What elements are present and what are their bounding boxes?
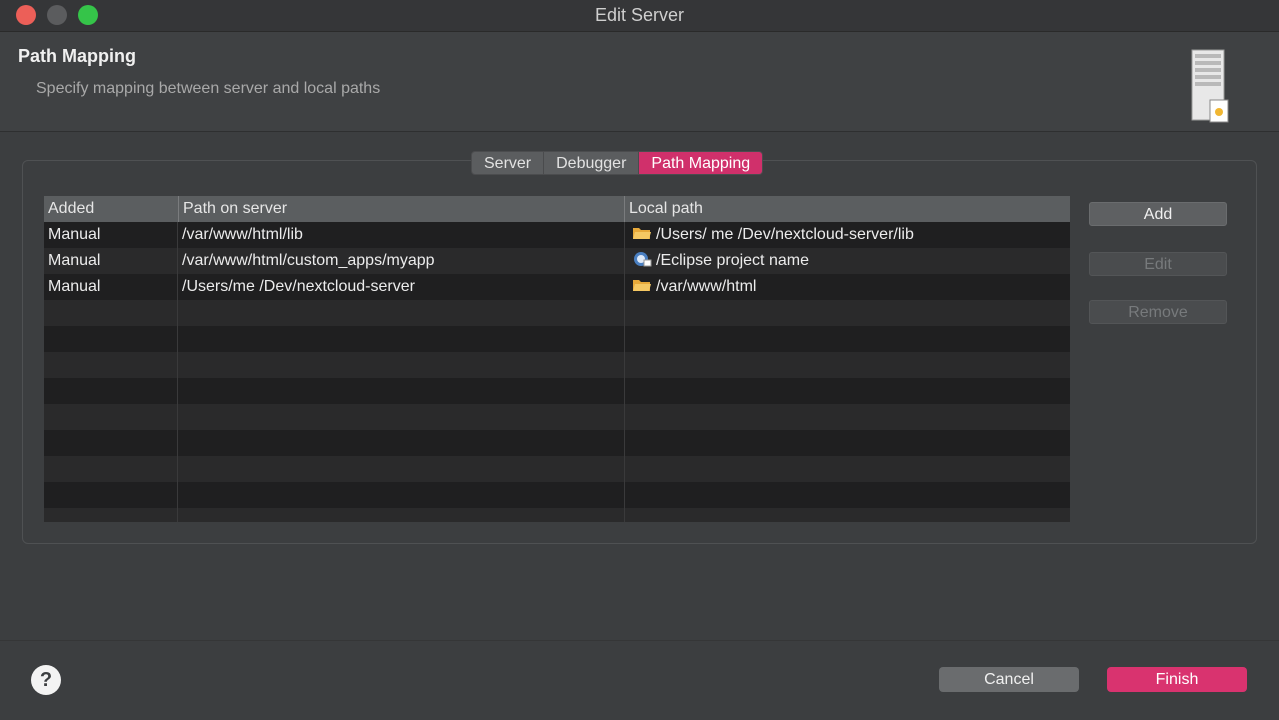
local-path-text: /var/www/html [656, 278, 757, 295]
finish-button[interactable]: Finish [1107, 667, 1247, 692]
empty-row [44, 404, 1070, 430]
local-path-text: /Users/ me /Dev/nextcloud-server/lib [656, 226, 914, 243]
column-header-added[interactable]: Added [44, 196, 178, 222]
eclipse-project-icon [634, 252, 652, 267]
server-document-icon [1191, 49, 1229, 123]
column-header-server-path[interactable]: Path on server [178, 196, 624, 222]
folder-icon [633, 280, 651, 291]
help-icon[interactable]: ? [31, 665, 61, 695]
empty-row [44, 326, 1070, 352]
cell-added: Manual [48, 278, 101, 295]
cell-local-path: /Users/ me /Dev/nextcloud-server/lib [632, 222, 1068, 248]
empty-row [44, 508, 1070, 522]
table-row[interactable]: Manual /Users/me /Dev/nextcloud-server /… [44, 274, 1070, 300]
cell-local-path: /Eclipse project name [632, 248, 1068, 274]
cell-server-path: /var/www/html/lib [182, 226, 303, 243]
cell-local-path: /var/www/html [632, 274, 1068, 300]
tab-path-mapping[interactable]: Path Mapping [639, 152, 763, 174]
window-title: Edit Server [594, 5, 685, 25]
empty-row [44, 430, 1070, 456]
dialog-header: Path Mapping Specify mapping between ser… [0, 32, 1279, 132]
remove-button[interactable]: Remove [1089, 300, 1227, 324]
page-subtitle: Specify mapping between server and local… [36, 80, 381, 97]
tab-bar: Server Debugger Path Mapping [471, 151, 764, 175]
cell-server-path: /var/www/html/custom_apps/myapp [182, 252, 435, 269]
cancel-button[interactable]: Cancel [939, 667, 1079, 692]
edit-button[interactable]: Edit [1089, 252, 1227, 276]
empty-row [44, 456, 1070, 482]
empty-row [44, 482, 1070, 508]
footer-divider [0, 640, 1279, 641]
tab-server[interactable]: Server [472, 152, 545, 174]
cell-added: Manual [48, 252, 101, 269]
column-divider [177, 222, 178, 522]
title-bar: Edit Server [0, 0, 1279, 32]
cell-added: Manual [48, 226, 101, 243]
column-divider [624, 222, 625, 522]
add-button[interactable]: Add [1089, 202, 1227, 226]
table-row[interactable]: Manual /var/www/html/custom_apps/myapp /… [44, 248, 1070, 274]
tab-debugger[interactable]: Debugger [544, 152, 640, 174]
empty-row [44, 300, 1070, 326]
folder-icon [633, 228, 651, 239]
edit-server-dialog: Edit Server Path Mapping Specify mapping… [0, 0, 1279, 720]
table-row[interactable]: Manual /var/www/html/lib /Users/ me /Dev… [44, 222, 1070, 248]
page-title: Path Mapping [18, 46, 136, 66]
local-path-text: /Eclipse project name [656, 252, 809, 269]
cell-server-path: /Users/me /Dev/nextcloud-server [182, 278, 415, 295]
column-header-local-path[interactable]: Local path [624, 196, 1070, 222]
mapping-table: Added Path on server Local path Manual /… [44, 196, 1070, 522]
empty-row [44, 378, 1070, 404]
table-header: Added Path on server Local path [44, 196, 1070, 222]
empty-row [44, 352, 1070, 378]
